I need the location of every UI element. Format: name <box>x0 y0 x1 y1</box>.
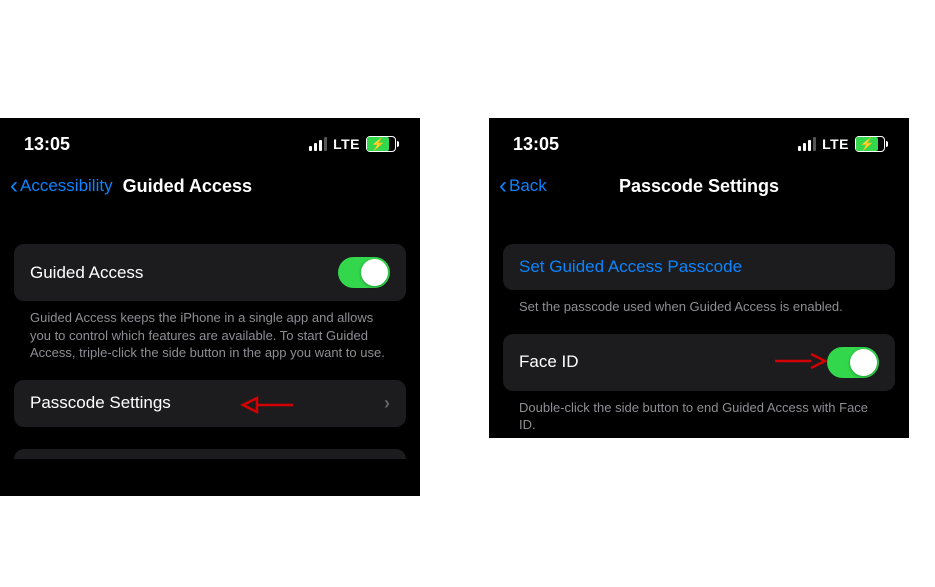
signal-icon <box>798 137 816 151</box>
back-button[interactable]: ‹ Back <box>499 172 547 200</box>
battery-icon: ⚡ <box>855 136 885 152</box>
network-label: LTE <box>822 136 849 152</box>
chevron-right-icon: › <box>384 393 390 414</box>
row-label: Face ID <box>519 352 579 372</box>
face-id-row[interactable]: Face ID <box>503 334 895 391</box>
set-passcode-footer: Set the passcode used when Guided Access… <box>503 290 895 316</box>
face-id-toggle[interactable] <box>827 347 879 378</box>
row-label: Passcode Settings <box>30 393 171 413</box>
annotation-arrow-icon <box>239 392 295 418</box>
battery-icon: ⚡ <box>366 136 396 152</box>
partial-row <box>14 449 406 459</box>
back-button[interactable]: ‹ Accessibility <box>10 172 113 200</box>
status-bar: 13:05 LTE ⚡ <box>489 118 909 166</box>
guided-access-row[interactable]: Guided Access <box>14 244 406 301</box>
network-label: LTE <box>333 136 360 152</box>
charging-icon: ⚡ <box>371 138 386 150</box>
chevron-left-icon: ‹ <box>10 172 18 200</box>
face-id-footer: Double-click the side button to end Guid… <box>503 391 895 434</box>
status-bar: 13:05 LTE ⚡ <box>0 118 420 166</box>
row-label: Set Guided Access Passcode <box>519 257 742 277</box>
nav-bar: ‹ Accessibility Guided Access <box>0 166 420 210</box>
status-time: 13:05 <box>513 134 559 155</box>
back-label: Accessibility <box>20 176 113 196</box>
status-indicators: LTE ⚡ <box>798 136 885 152</box>
page-title: Guided Access <box>123 176 252 197</box>
status-indicators: LTE ⚡ <box>309 136 396 152</box>
signal-icon <box>309 137 327 151</box>
chevron-left-icon: ‹ <box>499 172 507 200</box>
passcode-settings-row[interactable]: Passcode Settings › <box>14 380 406 427</box>
phone-left: 13:05 LTE ⚡ ‹ Accessibility Guided Acces… <box>0 118 420 496</box>
nav-bar: ‹ Back Passcode Settings <box>489 166 909 210</box>
annotation-arrow-icon <box>773 348 829 374</box>
page-title: Passcode Settings <box>619 176 779 197</box>
charging-icon: ⚡ <box>860 138 875 150</box>
guided-access-footer: Guided Access keeps the iPhone in a sing… <box>14 301 406 362</box>
set-passcode-row[interactable]: Set Guided Access Passcode <box>503 244 895 290</box>
status-time: 13:05 <box>24 134 70 155</box>
phone-right: 13:05 LTE ⚡ ‹ Back Passcode Settings Set… <box>489 118 909 438</box>
back-label: Back <box>509 176 547 196</box>
guided-access-toggle[interactable] <box>338 257 390 288</box>
row-label: Guided Access <box>30 263 143 283</box>
